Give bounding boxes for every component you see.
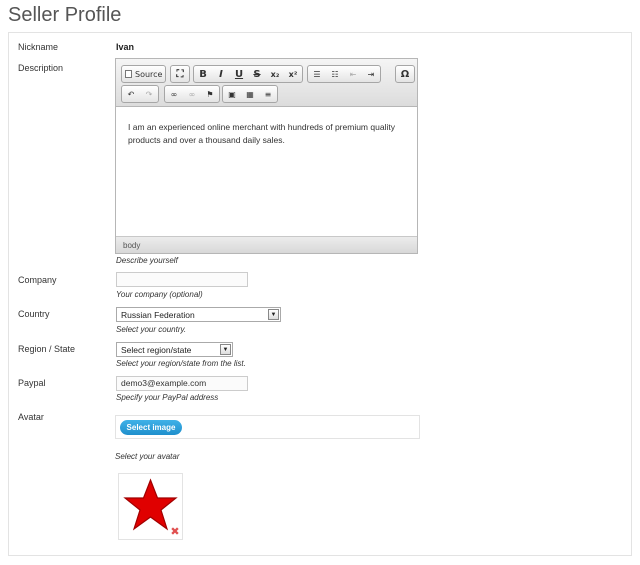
- numbered-list-icon: ☰: [313, 69, 321, 79]
- avatar-upload-box: Select image: [115, 415, 420, 439]
- company-hint: Your company (optional): [116, 290, 203, 299]
- editor-toolbar: Source ⛶ B I U S x₂ x² ☰ ☷ ⇤ ⇥ Ω ↶ ↷ ∞ ∞…: [116, 59, 417, 107]
- horizontal-rule-button[interactable]: ≡: [259, 86, 277, 102]
- source-button-label: Source: [135, 69, 163, 79]
- undo-icon: ↶: [127, 89, 135, 99]
- editor-content[interactable]: I am an experienced online merchant with…: [128, 121, 408, 147]
- country-label: Country: [18, 309, 50, 319]
- avatar-label: Avatar: [18, 412, 44, 422]
- paypal-input[interactable]: demo3@example.com: [116, 376, 248, 391]
- nickname-label: Nickname: [18, 42, 59, 52]
- bulleted-list-button[interactable]: ☷: [326, 66, 344, 82]
- select-image-button[interactable]: Select image: [120, 420, 182, 435]
- special-char-button[interactable]: Ω: [396, 66, 414, 82]
- redo-icon: ↷: [145, 89, 153, 99]
- description-editor[interactable]: Source ⛶ B I U S x₂ x² ☰ ☷ ⇤ ⇥ Ω ↶ ↷ ∞ ∞…: [115, 58, 418, 254]
- outdent-icon: ⇤: [349, 69, 357, 79]
- undo-button[interactable]: ↶: [122, 86, 140, 102]
- flag-icon: ⚑: [206, 89, 214, 99]
- avatar-preview: ✖: [118, 473, 183, 540]
- company-input[interactable]: [116, 272, 248, 287]
- redo-button[interactable]: ↷: [140, 86, 158, 102]
- paypal-hint: Specify your PayPal address: [116, 393, 219, 402]
- image-button[interactable]: ▣: [223, 86, 241, 102]
- country-hint: Select your country.: [116, 325, 187, 334]
- link-icon: ∞: [170, 89, 178, 99]
- chevron-down-icon: ▼: [220, 344, 231, 355]
- source-button[interactable]: Source: [122, 66, 165, 82]
- bulleted-list-icon: ☷: [331, 69, 339, 79]
- image-icon: ▣: [228, 89, 236, 99]
- table-button[interactable]: ▦: [241, 86, 259, 102]
- maximize-icon: ⛶: [176, 68, 184, 80]
- outdent-button[interactable]: ⇤: [344, 66, 362, 82]
- unlink-icon: ∞: [188, 89, 196, 99]
- country-select[interactable]: Russian Federation ▼: [116, 307, 281, 322]
- nickname-value: Ivan: [116, 42, 135, 52]
- superscript-button[interactable]: x²: [284, 66, 302, 82]
- underline-button[interactable]: U: [230, 66, 248, 82]
- numbered-list-button[interactable]: ☰: [308, 66, 326, 82]
- bold-button[interactable]: B: [194, 66, 212, 82]
- seller-profile-form: Nickname Ivan Description Source ⛶ B I U…: [8, 32, 632, 556]
- avatar-hint: Select your avatar: [115, 452, 180, 461]
- company-label: Company: [18, 275, 57, 285]
- source-icon: [125, 70, 132, 78]
- region-select-value: Select region/state: [121, 345, 192, 355]
- subscript-button[interactable]: x₂: [266, 66, 284, 82]
- indent-icon: ⇥: [367, 69, 375, 79]
- unlink-button[interactable]: ∞: [183, 86, 201, 102]
- anchor-button[interactable]: ⚑: [201, 86, 219, 102]
- italic-button[interactable]: I: [212, 66, 230, 82]
- region-label: Region / State: [18, 344, 76, 354]
- remove-avatar-icon[interactable]: ✖: [170, 526, 180, 537]
- editor-status-path[interactable]: body: [116, 236, 417, 253]
- region-select[interactable]: Select region/state ▼: [116, 342, 233, 357]
- strike-button[interactable]: S: [248, 66, 266, 82]
- paypal-label: Paypal: [18, 378, 46, 388]
- horizontal-rule-icon: ≡: [264, 89, 272, 99]
- link-button[interactable]: ∞: [165, 86, 183, 102]
- table-icon: ▦: [246, 89, 254, 99]
- description-label: Description: [18, 63, 64, 73]
- page-title: Seller Profile: [8, 4, 122, 26]
- region-hint: Select your region/state from the list.: [116, 359, 246, 368]
- indent-button[interactable]: ⇥: [362, 66, 380, 82]
- maximize-button[interactable]: ⛶: [171, 66, 189, 82]
- chevron-down-icon: ▼: [268, 309, 279, 320]
- description-hint: Describe yourself: [116, 256, 178, 265]
- country-select-value: Russian Federation: [121, 310, 195, 320]
